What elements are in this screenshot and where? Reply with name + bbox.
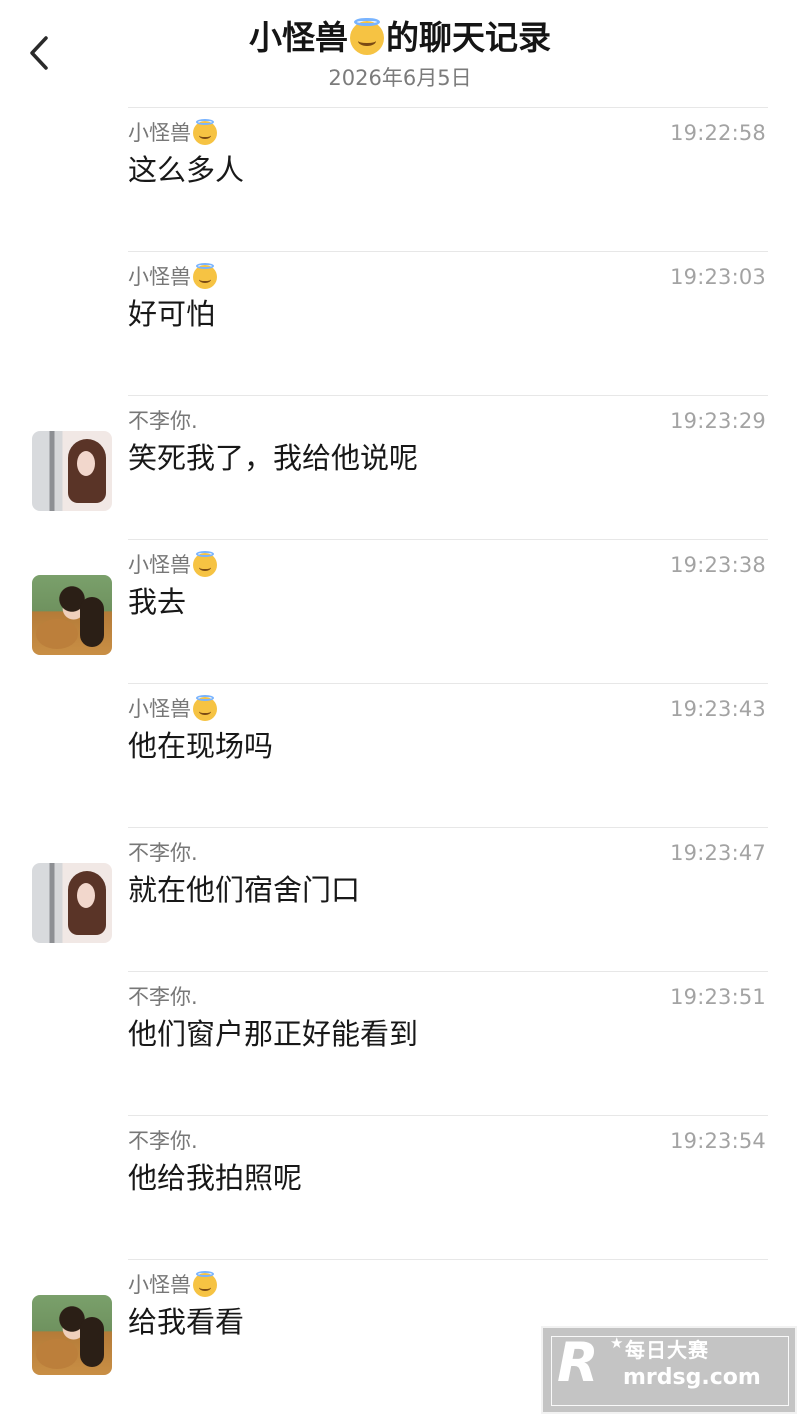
chat-message[interactable]: 小怪兽 19:23:38 我去	[0, 540, 800, 684]
message-time: 19:23:29	[670, 409, 766, 433]
smiling-face-with-halo-icon	[350, 17, 384, 55]
sender-label: 小怪兽	[128, 697, 191, 721]
sender-name: 不李你.	[128, 838, 198, 868]
sender-name: 小怪兽	[128, 694, 217, 724]
sender-label: 不李你.	[128, 985, 198, 1009]
watermark-title: 每日大赛	[625, 1338, 709, 1362]
watermark-r-logo: R	[557, 1331, 599, 1394]
smiling-face-with-halo-icon	[193, 694, 217, 721]
avatar[interactable]	[32, 431, 112, 511]
sender-label: 不李你.	[128, 409, 198, 433]
message-time: 19:23:03	[670, 265, 766, 289]
message-time: 19:23:43	[670, 697, 766, 721]
smiling-face-with-halo-icon	[193, 118, 217, 145]
smiling-face-with-halo-icon	[193, 1270, 217, 1297]
smiling-face-with-halo-icon	[193, 550, 217, 577]
sender-label: 小怪兽	[128, 121, 191, 145]
chat-date: 2026年6月5日	[328, 66, 472, 90]
chat-message[interactable]: 不李你. 19:23:29 笑死我了，我给他说呢	[0, 396, 800, 540]
message-text: 我去	[128, 585, 187, 619]
message-text: 这么多人	[128, 153, 245, 187]
chat-message[interactable]: 不李你. 19:23:54 他给我拍照呢	[0, 1116, 800, 1260]
title-name: 小怪兽	[249, 18, 348, 57]
sender-label: 小怪兽	[128, 265, 191, 289]
sender-label: 小怪兽	[128, 553, 191, 577]
sender-label: 不李你.	[128, 841, 198, 865]
title-suffix: 的聊天记录	[386, 18, 551, 57]
sender-name: 不李你.	[128, 406, 198, 436]
smiling-face-with-halo-icon	[193, 262, 217, 289]
avatar[interactable]	[32, 575, 112, 655]
sender-label: 不李你.	[128, 1129, 198, 1153]
chat-message[interactable]: 小怪兽 19:23:43 他在现场吗	[0, 684, 800, 828]
message-text: 给我看看	[128, 1305, 245, 1339]
avatar[interactable]	[32, 863, 112, 943]
message-text: 他给我拍照呢	[128, 1161, 303, 1195]
sender-name: 小怪兽	[128, 1270, 217, 1300]
sender-name: 不李你.	[128, 1126, 198, 1156]
sender-name: 小怪兽	[128, 550, 217, 580]
sender-name: 小怪兽	[128, 118, 217, 148]
watermark-logo: R ★ 每日大赛 mrdsg.com	[541, 1326, 797, 1414]
sender-label: 小怪兽	[128, 1273, 191, 1297]
message-time: 19:23:47	[670, 841, 766, 865]
avatar[interactable]	[32, 1295, 112, 1375]
sender-name: 小怪兽	[128, 262, 217, 292]
star-icon: ★	[610, 1334, 624, 1352]
page-title: 小怪兽 的聊天记录	[249, 16, 551, 60]
title-block: 小怪兽 的聊天记录 2026年6月5日	[0, 16, 800, 94]
message-text: 他在现场吗	[128, 729, 274, 763]
chat-message[interactable]: 小怪兽 19:23:03 好可怕	[0, 252, 800, 396]
message-text: 就在他们宿舍门口	[128, 873, 361, 907]
sender-name: 不李你.	[128, 982, 198, 1012]
message-time: 19:23:54	[670, 1129, 766, 1153]
message-time: 19:23:38	[670, 553, 766, 577]
message-text: 笑死我了，我给他说呢	[128, 441, 419, 475]
watermark-domain: mrdsg.com	[623, 1365, 761, 1390]
message-text: 他们窗户那正好能看到	[128, 1017, 419, 1051]
chat-message[interactable]: 小怪兽 19:22:58 这么多人	[0, 108, 800, 252]
chat-message[interactable]: 不李你. 19:23:47 就在他们宿舍门口	[0, 828, 800, 972]
message-time: 19:23:51	[670, 985, 766, 1009]
chat-message[interactable]: 不李你. 19:23:51 他们窗户那正好能看到	[0, 972, 800, 1116]
chat-history-header: 小怪兽 的聊天记录 2026年6月5日	[0, 0, 800, 108]
message-time: 19:22:58	[670, 121, 766, 145]
message-text: 好可怕	[128, 297, 216, 331]
